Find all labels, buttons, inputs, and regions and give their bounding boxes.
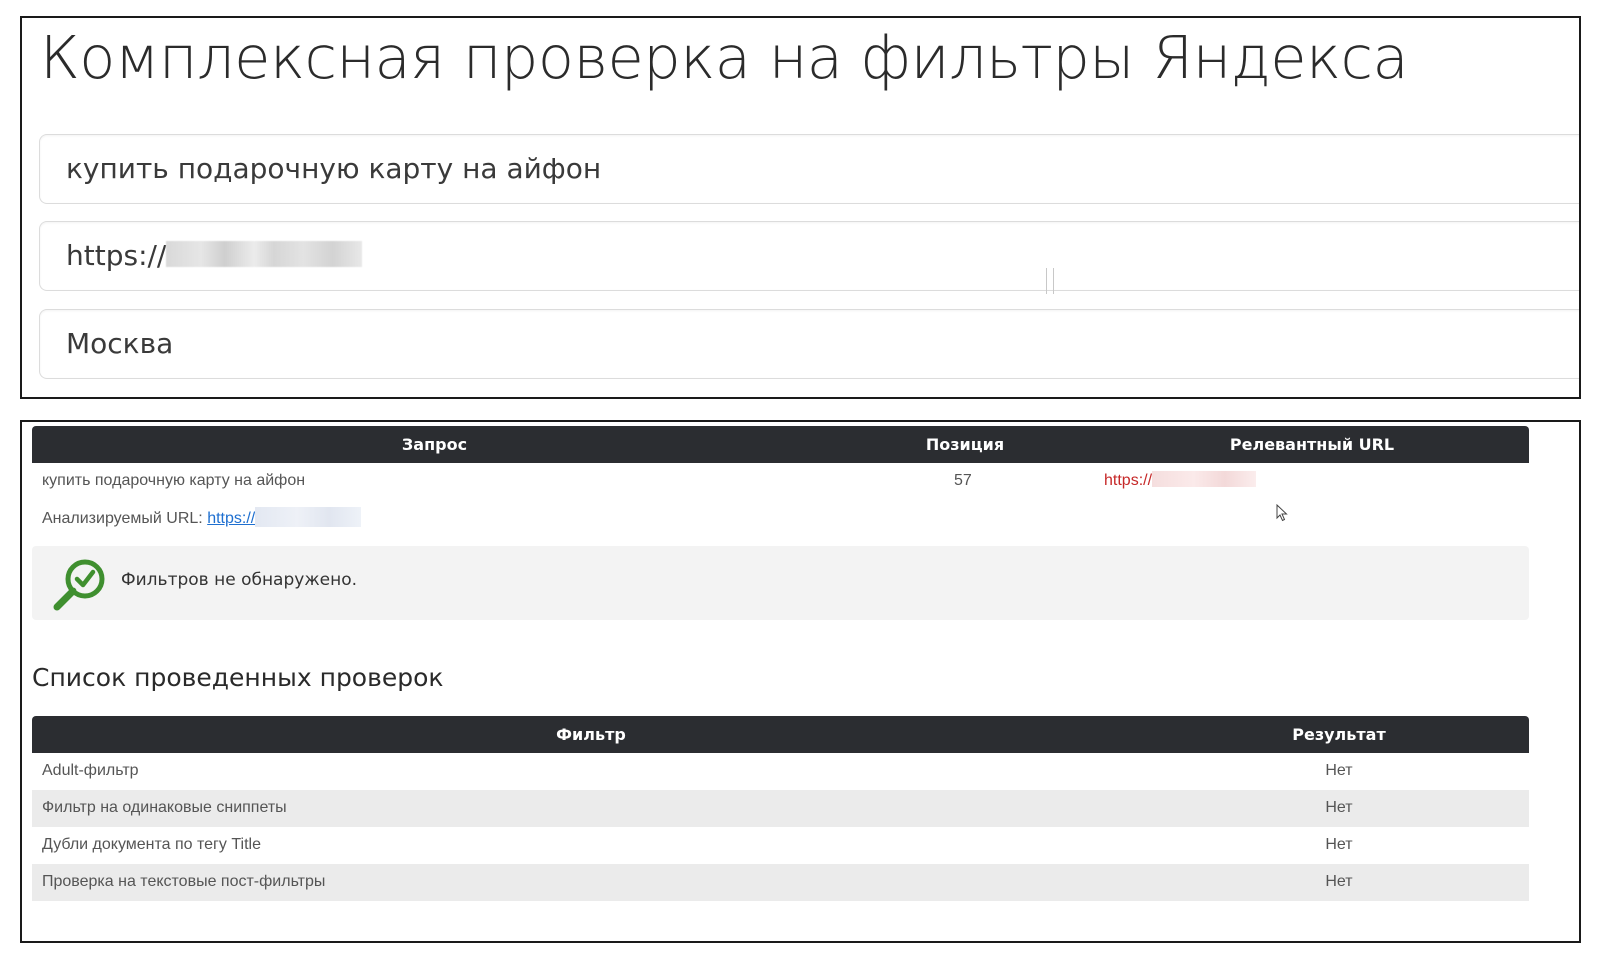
relevant-url-link[interactable]: https:// — [1104, 471, 1257, 490]
table-row: Фильтр на одинаковые сниппеты Нет — [32, 790, 1529, 827]
redacted-url-blur — [255, 507, 362, 528]
text-cursor-icon — [1046, 268, 1054, 294]
filter-name: Фильтр на одинаковые сниппеты — [42, 799, 287, 816]
column-header-result: Результат — [1292, 725, 1386, 744]
filter-result: Нет — [1325, 873, 1353, 890]
filter-result: Нет — [1325, 836, 1353, 853]
region-input-value: Москва — [66, 327, 174, 360]
results-panel: Запрос Позиция Релевантный URL купить по… — [20, 420, 1581, 943]
column-header-filter: Фильтр — [556, 725, 626, 744]
mouse-pointer-icon — [1276, 504, 1288, 522]
filter-name: Adult-фильтр — [42, 762, 139, 779]
filter-name: Дубли документа по тегу Title — [42, 836, 261, 853]
region-input[interactable]: Москва — [39, 309, 1579, 379]
results-table-header: Запрос Позиция Релевантный URL — [32, 426, 1529, 463]
table-row: Проверка на текстовые пост-фильтры Нет — [32, 864, 1529, 901]
url-input[interactable]: https:// — [39, 221, 1579, 294]
analyzed-url-link[interactable]: https:// — [207, 510, 255, 527]
column-header-query: Запрос — [401, 435, 468, 454]
result-query-cell: купить подарочную карту на айфон — [42, 472, 306, 489]
redacted-url-blur — [1152, 471, 1257, 488]
query-input-value: купить подарочную карту на айфон — [66, 152, 602, 185]
filter-result: Нет — [1325, 762, 1353, 779]
page-title: Комплексная проверка на фильтры Яндекса — [40, 23, 1409, 92]
column-header-relevant-url: Релевантный URL — [1229, 435, 1395, 454]
checks-heading: Список проведенных проверок — [32, 663, 444, 692]
magnifier-check-icon — [53, 559, 105, 611]
status-message: Фильтров не обнаружено. — [121, 570, 358, 590]
filter-name: Проверка на текстовые пост-фильтры — [42, 873, 326, 890]
relevant-url-text: https:// — [1104, 472, 1153, 489]
checks-table-header: Фильтр Результат — [32, 716, 1529, 753]
table-row: Дубли документа по тегу Title Нет — [32, 827, 1529, 864]
column-header-position: Позиция — [925, 435, 1005, 454]
analyzed-url-label: Анализируемый URL: — [42, 510, 203, 527]
filter-result: Нет — [1325, 799, 1353, 816]
url-input-value: https:// — [66, 239, 167, 272]
check-form-panel: Комплексная проверка на фильтры Яндекса … — [20, 16, 1581, 399]
result-position-cell: 57 — [954, 472, 972, 489]
table-row: Adult-фильтр Нет — [32, 753, 1529, 790]
status-alert: Фильтров не обнаружено. — [32, 546, 1529, 620]
redacted-url-blur — [166, 241, 363, 267]
analyzed-url-row: Анализируемый URL: https:// — [42, 507, 362, 528]
query-input[interactable]: купить подарочную карту на айфон — [39, 134, 1579, 204]
